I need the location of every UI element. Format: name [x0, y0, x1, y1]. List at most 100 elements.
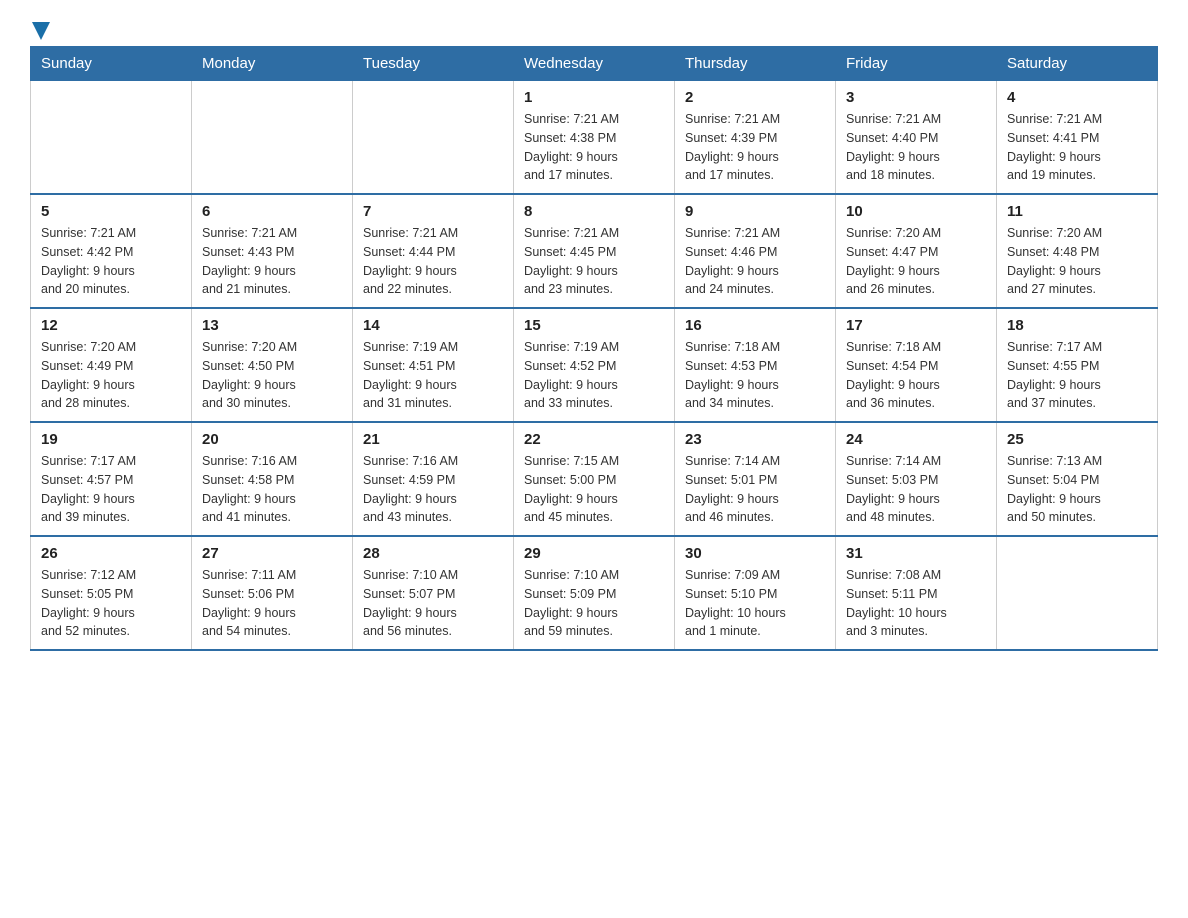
calendar-cell: 27Sunrise: 7:11 AMSunset: 5:06 PMDayligh…: [192, 536, 353, 650]
week-row-2: 5 Sunrise: 7:21 AMSunset: 4:42 PMDaylight…: [31, 194, 1158, 308]
day-info: Sunrise: 7:21 AMSunset: 4:38 PMDaylight:…: [524, 110, 664, 185]
calendar-cell: 25Sunrise: 7:13 AMSunset: 5:04 PMDayligh…: [997, 422, 1158, 536]
day-number: 30: [685, 545, 825, 562]
day-info: Sunrise: 7:21 AMSunset: 4:44 PMDaylight:…: [363, 224, 503, 299]
day-info: Sunrise: 7:20 AMSunset: 4:49 PMDaylight:…: [41, 338, 181, 413]
day-info: Sunrise: 7:10 AMSunset: 5:07 PMDaylight:…: [363, 566, 503, 641]
day-number: 24: [846, 431, 986, 448]
calendar-cell: 26 Sunrise: 7:12 AMSunset: 5:05 PMDayligh…: [31, 536, 192, 650]
day-number: 17: [846, 317, 986, 334]
day-info: Sunrise: 7:19 AMSunset: 4:52 PMDaylight:…: [524, 338, 664, 413]
calendar-cell: 14Sunrise: 7:19 AMSunset: 4:51 PMDayligh…: [353, 308, 514, 422]
day-number: 9: [685, 203, 825, 220]
calendar-cell: [192, 81, 353, 195]
day-number: 7: [363, 203, 503, 220]
calendar-cell: 5 Sunrise: 7:21 AMSunset: 4:42 PMDaylight…: [31, 194, 192, 308]
week-row-1: 1 Sunrise: 7:21 AMSunset: 4:38 PMDaylight…: [31, 81, 1158, 195]
calendar-cell: 17 Sunrise: 7:18 AMSunset: 4:54 PMDayligh…: [836, 308, 997, 422]
calendar-cell: 29 Sunrise: 7:10 AMSunset: 5:09 PMDayligh…: [514, 536, 675, 650]
calendar-table: SundayMondayTuesdayWednesdayThursdayFrid…: [30, 46, 1158, 651]
calendar-cell: 28 Sunrise: 7:10 AMSunset: 5:07 PMDayligh…: [353, 536, 514, 650]
day-number: 4: [1007, 89, 1147, 106]
page-header: [30, 20, 1158, 36]
weekday-header-saturday: Saturday: [997, 47, 1158, 81]
day-number: 29: [524, 545, 664, 562]
weekday-header-thursday: Thursday: [675, 47, 836, 81]
calendar-cell: 18 Sunrise: 7:17 AMSunset: 4:55 PMDayligh…: [997, 308, 1158, 422]
day-info: Sunrise: 7:18 AMSunset: 4:54 PMDaylight:…: [846, 338, 986, 413]
calendar-cell: 30 Sunrise: 7:09 AMSunset: 5:10 PMDayligh…: [675, 536, 836, 650]
day-number: 5: [41, 203, 181, 220]
day-number: 19: [41, 431, 181, 448]
day-info: Sunrise: 7:17 AMSunset: 4:55 PMDaylight:…: [1007, 338, 1147, 413]
weekday-header-tuesday: Tuesday: [353, 47, 514, 81]
day-number: 28: [363, 545, 503, 562]
day-number: 12: [41, 317, 181, 334]
calendar-cell: 1 Sunrise: 7:21 AMSunset: 4:38 PMDaylight…: [514, 81, 675, 195]
day-number: 1: [524, 89, 664, 106]
day-info: Sunrise: 7:16 AMSunset: 4:58 PMDaylight:…: [202, 452, 342, 527]
day-number: 14: [363, 317, 503, 334]
day-info: Sunrise: 7:17 AMSunset: 4:57 PMDaylight:…: [41, 452, 181, 527]
calendar-body: 1 Sunrise: 7:21 AMSunset: 4:38 PMDaylight…: [31, 81, 1158, 651]
day-info: Sunrise: 7:10 AMSunset: 5:09 PMDaylight:…: [524, 566, 664, 641]
day-number: 18: [1007, 317, 1147, 334]
day-number: 3: [846, 89, 986, 106]
day-number: 6: [202, 203, 342, 220]
calendar-cell: 9 Sunrise: 7:21 AMSunset: 4:46 PMDaylight…: [675, 194, 836, 308]
day-info: Sunrise: 7:21 AMSunset: 4:42 PMDaylight:…: [41, 224, 181, 299]
calendar-cell: 19 Sunrise: 7:17 AMSunset: 4:57 PMDayligh…: [31, 422, 192, 536]
day-info: Sunrise: 7:20 AMSunset: 4:50 PMDaylight:…: [202, 338, 342, 413]
day-info: Sunrise: 7:21 AMSunset: 4:41 PMDaylight:…: [1007, 110, 1147, 185]
day-number: 21: [363, 431, 503, 448]
week-row-5: 26 Sunrise: 7:12 AMSunset: 5:05 PMDayligh…: [31, 536, 1158, 650]
calendar-header: SundayMondayTuesdayWednesdayThursdayFrid…: [31, 47, 1158, 81]
day-number: 23: [685, 431, 825, 448]
day-number: 26: [41, 545, 181, 562]
calendar-cell: [353, 81, 514, 195]
day-number: 27: [202, 545, 342, 562]
day-number: 13: [202, 317, 342, 334]
day-info: Sunrise: 7:20 AMSunset: 4:48 PMDaylight:…: [1007, 224, 1147, 299]
day-number: 31: [846, 545, 986, 562]
calendar-cell: 20Sunrise: 7:16 AMSunset: 4:58 PMDayligh…: [192, 422, 353, 536]
calendar-cell: 11 Sunrise: 7:20 AMSunset: 4:48 PMDayligh…: [997, 194, 1158, 308]
day-number: 22: [524, 431, 664, 448]
day-number: 11: [1007, 203, 1147, 220]
day-number: 8: [524, 203, 664, 220]
calendar-cell: 31 Sunrise: 7:08 AMSunset: 5:11 PMDayligh…: [836, 536, 997, 650]
weekday-header-wednesday: Wednesday: [514, 47, 675, 81]
day-number: 15: [524, 317, 664, 334]
weekday-header-monday: Monday: [192, 47, 353, 81]
day-info: Sunrise: 7:20 AMSunset: 4:47 PMDaylight:…: [846, 224, 986, 299]
day-number: 2: [685, 89, 825, 106]
calendar-cell: 15 Sunrise: 7:19 AMSunset: 4:52 PMDayligh…: [514, 308, 675, 422]
day-info: Sunrise: 7:09 AMSunset: 5:10 PMDaylight:…: [685, 566, 825, 641]
calendar-cell: 8 Sunrise: 7:21 AMSunset: 4:45 PMDaylight…: [514, 194, 675, 308]
day-info: Sunrise: 7:12 AMSunset: 5:05 PMDaylight:…: [41, 566, 181, 641]
day-info: Sunrise: 7:21 AMSunset: 4:45 PMDaylight:…: [524, 224, 664, 299]
weekday-header-friday: Friday: [836, 47, 997, 81]
day-info: Sunrise: 7:21 AMSunset: 4:43 PMDaylight:…: [202, 224, 342, 299]
calendar-cell: [31, 81, 192, 195]
day-number: 16: [685, 317, 825, 334]
week-row-4: 19 Sunrise: 7:17 AMSunset: 4:57 PMDayligh…: [31, 422, 1158, 536]
weekday-header-row: SundayMondayTuesdayWednesdayThursdayFrid…: [31, 47, 1158, 81]
calendar-cell: 3Sunrise: 7:21 AMSunset: 4:40 PMDaylight…: [836, 81, 997, 195]
logo: [30, 20, 50, 36]
calendar-cell: 24 Sunrise: 7:14 AMSunset: 5:03 PMDayligh…: [836, 422, 997, 536]
day-info: Sunrise: 7:21 AMSunset: 4:39 PMDaylight:…: [685, 110, 825, 185]
day-info: Sunrise: 7:14 AMSunset: 5:03 PMDaylight:…: [846, 452, 986, 527]
calendar-cell: 22 Sunrise: 7:15 AMSunset: 5:00 PMDayligh…: [514, 422, 675, 536]
day-info: Sunrise: 7:18 AMSunset: 4:53 PMDaylight:…: [685, 338, 825, 413]
day-number: 10: [846, 203, 986, 220]
day-info: Sunrise: 7:16 AMSunset: 4:59 PMDaylight:…: [363, 452, 503, 527]
day-info: Sunrise: 7:08 AMSunset: 5:11 PMDaylight:…: [846, 566, 986, 641]
calendar-cell: 16 Sunrise: 7:18 AMSunset: 4:53 PMDayligh…: [675, 308, 836, 422]
day-number: 25: [1007, 431, 1147, 448]
calendar-cell: 6 Sunrise: 7:21 AMSunset: 4:43 PMDaylight…: [192, 194, 353, 308]
weekday-header-sunday: Sunday: [31, 47, 192, 81]
day-info: Sunrise: 7:21 AMSunset: 4:46 PMDaylight:…: [685, 224, 825, 299]
day-info: Sunrise: 7:15 AMSunset: 5:00 PMDaylight:…: [524, 452, 664, 527]
calendar-cell: 23Sunrise: 7:14 AMSunset: 5:01 PMDayligh…: [675, 422, 836, 536]
